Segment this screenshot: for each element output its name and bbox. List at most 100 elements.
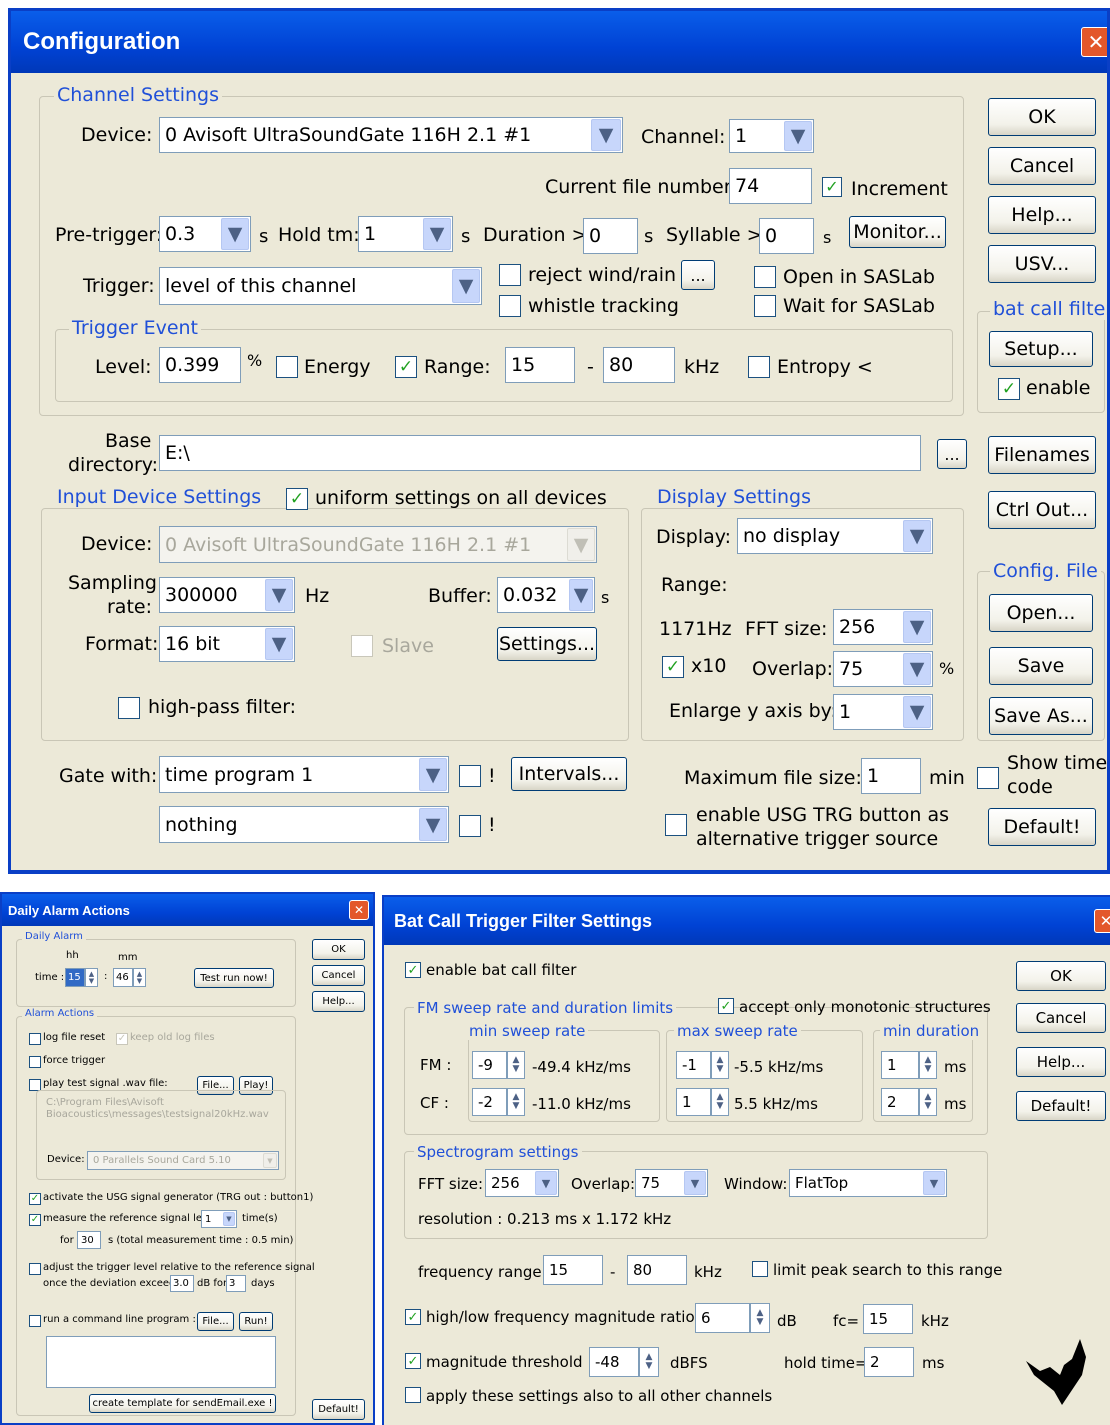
alarm-help-button[interactable]: Help... xyxy=(312,991,365,1012)
increment-checkbox[interactable]: ✓ xyxy=(822,177,842,197)
save-as-button[interactable]: Save As... xyxy=(989,697,1093,735)
cancel-button[interactable]: Cancel xyxy=(988,147,1096,185)
browse-button[interactable]: ... xyxy=(937,439,967,469)
apply-all-checkbox[interactable] xyxy=(405,1387,421,1403)
slave-checkbox[interactable] xyxy=(351,635,373,657)
ratio-input[interactable]: 6 xyxy=(695,1303,750,1333)
usg-trg-checkbox[interactable] xyxy=(665,814,687,836)
command-textarea[interactable] xyxy=(46,1336,276,1388)
days-input[interactable]: 3 xyxy=(226,1275,246,1292)
channel-select[interactable]: 1 ▼ xyxy=(729,119,814,153)
log-reset-checkbox[interactable] xyxy=(29,1033,41,1045)
adjust-checkbox[interactable] xyxy=(29,1263,41,1275)
deviation-input[interactable]: 3.0 xyxy=(170,1275,194,1292)
monitor-button[interactable]: Monitor... xyxy=(849,216,946,248)
intervals-button[interactable]: Intervals... xyxy=(511,757,627,791)
magnitude-spinner[interactable]: ▲ ▼ xyxy=(639,1347,659,1377)
base-directory-input[interactable]: E:\ xyxy=(159,435,921,471)
alarm-device-select[interactable]: 0 Parallels Sound Card 5.10 ▼ xyxy=(87,1151,279,1170)
test-run-button[interactable]: Test run now! xyxy=(194,968,274,988)
entropy-checkbox[interactable] xyxy=(748,356,770,378)
cf-duration-spinner[interactable]: ▲ ▼ xyxy=(919,1088,937,1116)
hold-time-input[interactable]: 2 xyxy=(864,1347,914,1377)
enable-bat-filter-checkbox[interactable]: ✓ xyxy=(998,378,1020,400)
pretrigger-select[interactable]: 0.3 ▼ xyxy=(159,216,251,252)
trigger-select[interactable]: level of this channel ▼ xyxy=(159,267,482,305)
wait-saslab-checkbox[interactable] xyxy=(754,295,776,317)
enlarge-select[interactable]: 1 ▼ xyxy=(833,694,933,730)
whistle-checkbox[interactable] xyxy=(499,295,521,317)
overlap-select[interactable]: 75 ▼ xyxy=(833,651,933,687)
duration-input[interactable]: 0 xyxy=(583,218,638,254)
cf-duration-input[interactable]: 2 xyxy=(881,1088,919,1116)
highpass-checkbox[interactable] xyxy=(118,697,140,719)
device-select[interactable]: 0 Avisoft UltraSoundGate 116H 2.1 #1 ▼ xyxy=(159,117,623,153)
for-input[interactable]: 30 xyxy=(77,1231,101,1249)
format-select[interactable]: 16 bit ▼ xyxy=(159,626,295,662)
bat-overlap-select[interactable]: 75 ▼ xyxy=(635,1169,708,1197)
gate-invert-checkbox-2[interactable] xyxy=(459,815,481,837)
filenames-button[interactable]: Filenames xyxy=(988,436,1096,474)
open-button[interactable]: Open... xyxy=(989,594,1093,632)
save-button[interactable]: Save xyxy=(989,647,1093,685)
fm-duration-spinner[interactable]: ▲ ▼ xyxy=(919,1051,937,1079)
fm-min-spinner[interactable]: ▲ ▼ xyxy=(507,1051,525,1079)
syllable-input[interactable]: 0 xyxy=(759,218,814,254)
x10-checkbox[interactable]: ✓ xyxy=(662,656,684,678)
run-cmd-checkbox[interactable] xyxy=(29,1315,41,1327)
energy-checkbox[interactable] xyxy=(276,356,298,378)
window-select[interactable]: FlatTop ▼ xyxy=(789,1169,947,1197)
gate-select-1[interactable]: time program 1 ▼ xyxy=(159,756,449,793)
alarm-default-button[interactable]: Default! xyxy=(312,1399,365,1420)
file-number-input[interactable]: 74 xyxy=(729,168,812,204)
display-select[interactable]: no display ▼ xyxy=(737,518,933,554)
monotonic-checkbox[interactable]: ✓ xyxy=(718,998,734,1014)
reject-wind-checkbox[interactable] xyxy=(499,264,521,286)
gate-select-2[interactable]: nothing ▼ xyxy=(159,806,449,843)
settings-button[interactable]: Settings... xyxy=(497,627,597,661)
uniform-checkbox[interactable]: ✓ xyxy=(286,488,308,510)
range-from-input[interactable]: 15 xyxy=(505,347,575,383)
level-input[interactable]: 0.399 xyxy=(159,347,241,383)
fm-max-spinner[interactable]: ▲ ▼ xyxy=(711,1051,729,1079)
sampling-rate-select[interactable]: 300000 ▼ xyxy=(159,577,295,613)
cf-min-spinner[interactable]: ▲ ▼ xyxy=(507,1088,525,1116)
freq-to-input[interactable]: 80 xyxy=(627,1255,687,1285)
mm-input[interactable]: 46 xyxy=(113,968,133,987)
template-button[interactable]: create template for sendEmail.exe ! xyxy=(89,1394,276,1413)
cf-max-input[interactable]: 1 xyxy=(676,1088,711,1116)
show-time-checkbox[interactable] xyxy=(977,767,999,789)
close-button[interactable]: ✕ xyxy=(1081,27,1107,57)
alarm-cancel-button[interactable]: Cancel xyxy=(312,965,365,986)
alarm-ok-button[interactable]: OK xyxy=(312,939,365,960)
fm-max-input[interactable]: -1 xyxy=(676,1051,711,1079)
measure-select[interactable]: 1 ▼ xyxy=(201,1210,237,1228)
enable-bat-call-checkbox[interactable]: ✓ xyxy=(405,962,421,978)
title-bar[interactable]: Configuration xyxy=(11,11,1107,73)
cf-min-input[interactable]: -2 xyxy=(472,1088,507,1116)
ratio-checkbox[interactable]: ✓ xyxy=(405,1309,421,1325)
bat-cancel-button[interactable]: Cancel xyxy=(1016,1003,1106,1033)
magnitude-checkbox[interactable]: ✓ xyxy=(405,1353,421,1369)
run-file-button[interactable]: File... xyxy=(197,1312,234,1331)
fft-size-select[interactable]: 256 ▼ xyxy=(833,609,933,645)
buffer-select[interactable]: 0.032 ▼ xyxy=(497,577,595,613)
gate-invert-checkbox-1[interactable] xyxy=(459,765,481,787)
magnitude-input[interactable]: -48 xyxy=(589,1347,639,1377)
ctrl-out-button[interactable]: Ctrl Out... xyxy=(988,491,1096,529)
hh-spinner[interactable]: ▲ ▼ xyxy=(85,968,98,987)
force-trigger-checkbox[interactable] xyxy=(29,1056,41,1068)
ok-button[interactable]: OK xyxy=(988,98,1096,136)
usv-button[interactable]: USV... xyxy=(988,245,1096,283)
bat-default-button[interactable]: Default! xyxy=(1016,1091,1106,1121)
activate-usg-checkbox[interactable]: ✓ xyxy=(29,1193,41,1205)
alarm-close-button[interactable]: ✕ xyxy=(349,900,369,920)
range-to-input[interactable]: 80 xyxy=(603,347,675,383)
ratio-spinner[interactable]: ▲ ▼ xyxy=(750,1303,770,1333)
bat-fft-select[interactable]: 256 ▼ xyxy=(485,1169,559,1197)
range-checkbox[interactable]: ✓ xyxy=(395,356,417,378)
fm-duration-input[interactable]: 1 xyxy=(881,1051,919,1079)
mm-spinner[interactable]: ▲ ▼ xyxy=(133,968,146,987)
cf-max-spinner[interactable]: ▲ ▼ xyxy=(711,1088,729,1116)
fm-min-input[interactable]: -9 xyxy=(472,1051,507,1079)
